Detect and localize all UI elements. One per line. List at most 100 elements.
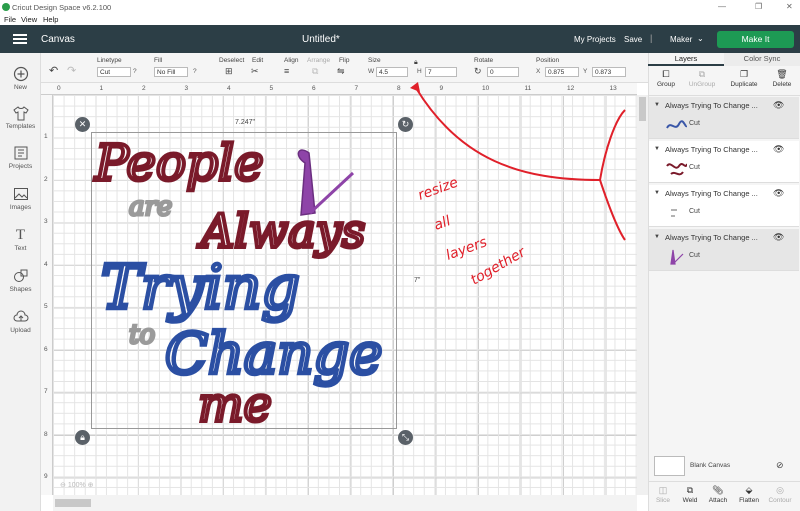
visibility-eye-icon[interactable]: 👁︎: [773, 188, 784, 199]
menu-bar: File View Help: [0, 14, 800, 25]
duplicate-icon: ❐: [739, 69, 749, 79]
height-input[interactable]: 7: [425, 67, 457, 77]
menu-help[interactable]: Help: [43, 15, 58, 24]
resize-handle-icon[interactable]: ⤡: [398, 430, 413, 445]
hamburger-menu-icon[interactable]: [13, 34, 27, 44]
ruler-tick-label: 1: [44, 133, 48, 140]
undo-icon[interactable]: ↶: [49, 64, 58, 77]
width-input[interactable]: 4.5: [376, 67, 408, 77]
menu-file[interactable]: File: [4, 15, 16, 24]
machine-select[interactable]: Maker: [670, 35, 692, 44]
maximize-icon[interactable]: ❐: [755, 2, 762, 11]
vertical-ruler: 1 2 3 4 5 6 7 8 9: [41, 95, 53, 495]
lock-handle-icon[interactable]: 🔒︎: [75, 430, 90, 445]
ruler-tick-label: 3: [44, 218, 48, 225]
visibility-eye-icon[interactable]: 👁︎: [773, 144, 784, 155]
lock-aspect-icon[interactable]: 🔒︎: [414, 59, 418, 67]
hidden-eye-icon[interactable]: ⊘: [776, 460, 784, 471]
redo-icon[interactable]: ↷: [67, 64, 76, 77]
x-position-input[interactable]: 0.875: [545, 67, 579, 77]
sidebar-item-upload[interactable]: Upload: [0, 309, 41, 334]
sidebar-item-shapes[interactable]: Shapes: [0, 268, 41, 293]
sidebar-item-new[interactable]: New: [0, 66, 41, 91]
annotation-word: resize: [416, 175, 460, 204]
layer-name: Always Trying To Change ...: [665, 101, 758, 110]
rotate-input[interactable]: 0: [487, 67, 519, 77]
align-icon[interactable]: ≡: [284, 66, 289, 76]
ruler-tick-label: 1: [99, 85, 104, 92]
minimize-icon[interactable]: —: [718, 2, 726, 11]
rotate-icon[interactable]: ↻: [474, 66, 482, 77]
ruler-tick-label: 5: [44, 303, 48, 310]
ruler-tick-label: 5: [269, 85, 274, 92]
help-icon[interactable]: ?: [133, 68, 137, 75]
layer-row[interactable]: ▼ Always Trying To Change ... 👁︎ Cut: [649, 141, 799, 183]
group-button[interactable]: ⧠ Group: [648, 69, 684, 88]
height-label: H: [417, 68, 422, 75]
attach-button[interactable]: 📎︎ Attach: [703, 485, 733, 504]
tab-color-sync[interactable]: Color Sync: [724, 53, 800, 66]
app-header: Canvas Untitled* My Projects Save | Make…: [0, 25, 800, 53]
ungroup-button[interactable]: ⧉ UnGroup: [684, 69, 720, 88]
layer-row[interactable]: ▼ Always Trying To Change ... 👁︎ Cut: [649, 229, 799, 271]
deselect-icon[interactable]: ⊞: [225, 66, 233, 77]
layer-name: Always Trying To Change ...: [665, 189, 758, 198]
make-it-button[interactable]: Make It: [717, 31, 794, 48]
ruler-tick-label: 4: [227, 85, 231, 92]
ruler-tick-label: 4: [44, 260, 48, 268]
visibility-eye-icon[interactable]: 👁︎: [773, 100, 784, 111]
flatten-button[interactable]: ⬙ Flatten: [734, 485, 764, 504]
artwork-me-text: me: [198, 377, 272, 433]
expand-triangle-icon[interactable]: ▼: [654, 146, 660, 152]
layer-row[interactable]: ▼ Always Trying To Change ... 👁︎ Cut: [649, 185, 799, 227]
annotation-overlay: resize all layers together: [410, 82, 626, 288]
fill-label: Fill: [154, 57, 163, 64]
tab-layers[interactable]: Layers: [648, 53, 724, 66]
slice-button[interactable]: ◫ Slice: [648, 485, 678, 504]
flip-icon[interactable]: ⇋: [337, 66, 345, 77]
artwork-to-text: to: [129, 320, 155, 350]
ruler-tick-label: 3: [184, 85, 189, 92]
horizontal-scrollbar[interactable]: [53, 495, 637, 511]
contour-icon: ◎: [776, 485, 784, 495]
duplicate-button[interactable]: ❐ Duplicate: [726, 69, 762, 88]
expand-triangle-icon[interactable]: ▼: [654, 234, 660, 240]
menu-view[interactable]: View: [21, 15, 37, 24]
weld-button[interactable]: ⧉ Weld: [675, 485, 705, 504]
deselect-label: Deselect: [219, 57, 245, 64]
arrange-icon[interactable]: ⧉: [312, 66, 318, 77]
linetype-select[interactable]: Cut: [97, 67, 131, 77]
sidebar-item-projects[interactable]: Projects: [0, 145, 41, 170]
sidebar-item-label: Text: [14, 245, 27, 252]
annotation-word: layers: [444, 234, 489, 264]
blank-canvas-swatch[interactable]: [654, 456, 685, 476]
visibility-eye-icon[interactable]: 👁︎: [773, 232, 784, 243]
linetype-label: Linetype: [97, 57, 122, 64]
delete-button[interactable]: 🗑︎ Delete: [764, 69, 800, 88]
layer-row[interactable]: ▼ Always Trying To Change ... 👁︎ Cut: [649, 97, 799, 139]
shirt-icon: [12, 105, 29, 121]
close-window-icon[interactable]: ✕: [786, 2, 793, 11]
edit-scissors-icon[interactable]: ✂: [251, 66, 259, 77]
layer-operation: Cut: [689, 208, 700, 215]
y-position-input[interactable]: 0.873: [592, 67, 626, 77]
contour-button[interactable]: ◎ Contour: [765, 485, 795, 504]
expand-triangle-icon[interactable]: ▼: [654, 190, 660, 196]
fill-select[interactable]: No Fill: [154, 67, 188, 77]
ungroup-icon: ⧉: [698, 69, 706, 79]
sidebar-item-templates[interactable]: Templates: [0, 105, 41, 130]
chevron-down-icon[interactable]: ⌄: [697, 34, 704, 43]
help-icon[interactable]: ?: [193, 68, 197, 75]
layer-thumbnail: [666, 163, 687, 176]
vertical-scrollbar[interactable]: [637, 95, 648, 495]
ruler-tick-label: 9: [44, 473, 48, 480]
image-icon: [13, 186, 29, 202]
sidebar-item-label: Projects: [8, 163, 33, 170]
delete-handle-icon[interactable]: ✕: [75, 117, 90, 132]
sidebar-item-images[interactable]: Images: [0, 186, 41, 211]
sidebar-item-label: Shapes: [9, 286, 32, 293]
my-projects-button[interactable]: My Projects: [574, 35, 616, 44]
sidebar-item-text[interactable]: T Text: [0, 227, 41, 252]
expand-triangle-icon[interactable]: ▼: [654, 102, 660, 108]
save-button[interactable]: Save: [624, 35, 642, 44]
